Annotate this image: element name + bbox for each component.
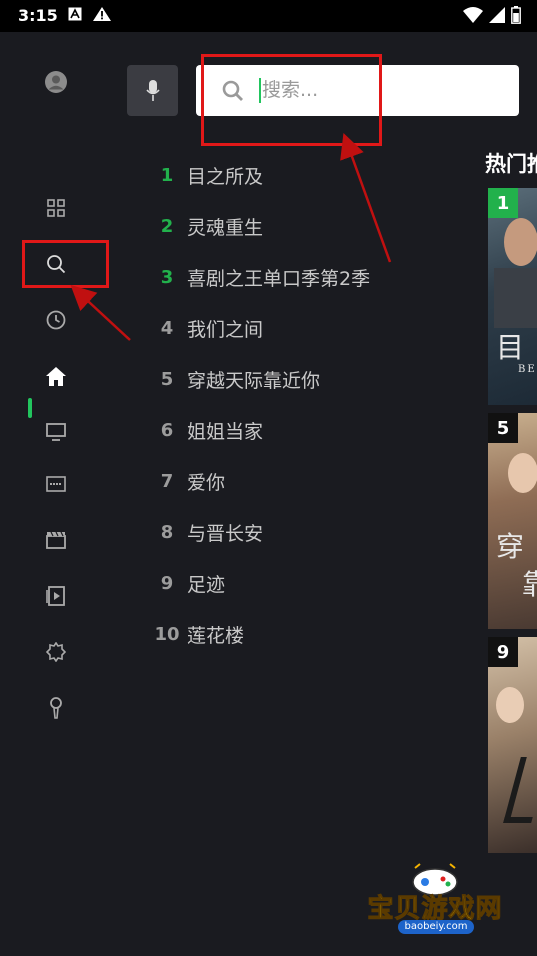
list-item[interactable]: 4 我们之间 <box>150 303 460 354</box>
free-icon <box>46 476 66 492</box>
item-title: 姐姐当家 <box>187 421 264 443</box>
item-title: 爱你 <box>187 472 226 494</box>
rank-number: 9 <box>160 573 174 594</box>
list-item[interactable]: 2 灵魂重生 <box>150 201 460 252</box>
sidebar-item-short-video[interactable] <box>38 578 74 614</box>
microphone-icon <box>145 79 160 101</box>
font-a-icon <box>68 7 82 21</box>
sidebar-item-apps[interactable] <box>38 190 74 226</box>
list-item[interactable]: 6 姐姐当家 <box>150 405 460 456</box>
sidebar-nav <box>0 32 112 956</box>
highlight-box-sidebar-search <box>22 240 109 288</box>
rank-number: 8 <box>160 522 174 543</box>
sidebar-item-history[interactable] <box>38 302 74 338</box>
sidebar-item-movies[interactable] <box>38 522 74 558</box>
poster-card[interactable]: 5 穿 靠 <box>488 413 537 629</box>
poster-title-text: 目 <box>496 331 525 364</box>
poster-rank-badge: 5 <box>488 413 518 443</box>
battery-icon <box>511 6 521 24</box>
item-title: 喜剧之王单口季第2季 <box>187 268 371 290</box>
poster-calligraphy <box>503 757 537 823</box>
gear-icon <box>46 642 66 662</box>
home-icon <box>46 366 66 386</box>
rank-number: 7 <box>160 471 174 492</box>
item-title: 与晋长安 <box>187 523 264 545</box>
poster-subtitle-text: 靠 <box>522 568 537 601</box>
rank-number: 5 <box>160 369 174 390</box>
user-icon <box>45 71 67 93</box>
rank-number: 2 <box>160 216 174 237</box>
list-item[interactable]: 3 喜剧之王单口季第2季 <box>150 252 460 303</box>
list-item[interactable]: 5 穿越天际靠近你 <box>150 354 460 405</box>
item-title: 目之所及 <box>187 166 264 188</box>
rank-number: 6 <box>160 420 174 441</box>
poster-figure <box>494 268 537 328</box>
item-title: 灵魂重生 <box>187 217 264 239</box>
highlight-box-search <box>201 54 382 146</box>
list-item[interactable]: 7 爱你 <box>150 456 460 507</box>
list-item[interactable]: 10 莲花楼 <box>150 609 460 660</box>
poster-rank-badge: 1 <box>488 188 518 218</box>
item-title: 穿越天际靠近你 <box>187 370 321 392</box>
sidebar-item-karaoke[interactable] <box>38 690 74 726</box>
watermark-logo: 宝贝游戏网 baobeiy.com <box>360 862 510 952</box>
poster-card[interactable]: 9 <box>488 637 537 853</box>
warning-icon <box>93 7 111 21</box>
item-title: 莲花楼 <box>187 625 245 647</box>
status-bar: 3:15 <box>0 0 537 32</box>
play-icon <box>46 586 65 606</box>
clapperboard-icon <box>46 531 66 549</box>
sidebar-item-home[interactable] <box>38 358 74 394</box>
signal-icon <box>489 7 505 23</box>
item-title: 我们之间 <box>187 319 264 341</box>
grid-icon <box>47 199 65 217</box>
poster-card[interactable]: 1 目 BE <box>488 188 537 405</box>
sidebar-item-tv[interactable] <box>38 414 74 450</box>
status-time: 3:15 <box>18 6 58 25</box>
sidebar-item-settings[interactable] <box>38 634 74 670</box>
item-title: 足迹 <box>187 574 226 596</box>
poster-face <box>504 218 537 266</box>
microphone-icon <box>50 697 62 719</box>
tv-icon <box>46 423 66 441</box>
rank-number: 3 <box>160 267 174 288</box>
rank-number: 10 <box>154 624 180 645</box>
poster-face <box>508 453 537 493</box>
list-item[interactable]: 1 目之所及 <box>150 150 460 201</box>
rank-number: 1 <box>160 165 174 186</box>
poster-face <box>496 687 524 723</box>
poster-rank-badge: 9 <box>488 637 518 667</box>
list-item[interactable]: 9 足迹 <box>150 558 460 609</box>
sidebar-item-avatar[interactable] <box>38 64 74 100</box>
voice-search-button[interactable] <box>127 65 178 116</box>
sidebar-item-free[interactable] <box>38 466 74 502</box>
active-indicator <box>28 398 32 418</box>
watermark-url: baobeiy.com <box>398 920 474 934</box>
clock-icon <box>46 310 66 330</box>
list-item[interactable]: 8 与晋长安 <box>150 507 460 558</box>
poster-subtitle-text: BE <box>518 364 537 375</box>
poster-title-text: 穿 <box>496 530 525 563</box>
rank-number: 4 <box>160 318 174 339</box>
wifi-icon <box>463 7 483 23</box>
hot-recommend-title: 热门推 <box>485 152 537 176</box>
